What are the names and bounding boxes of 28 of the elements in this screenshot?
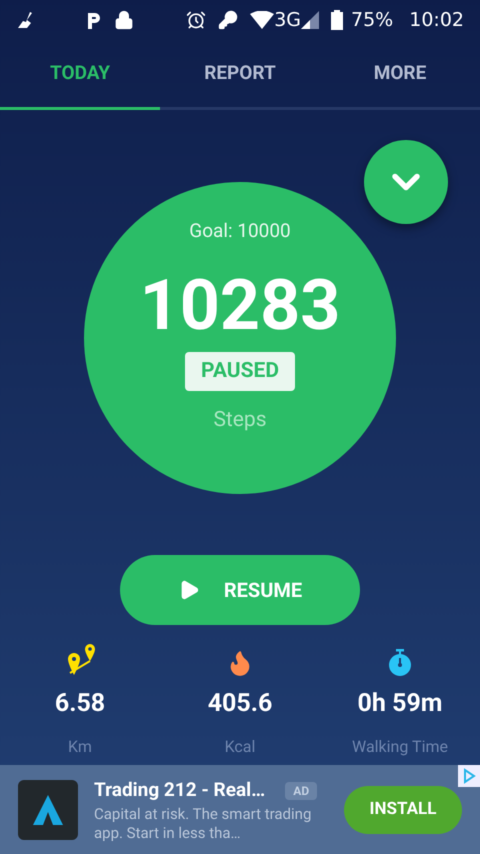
ad-title: Trading 212 - Real… <box>94 777 266 804</box>
stat-value: 405.6 <box>208 688 272 720</box>
ad-description: Capital at risk. The smart trading app. Start in less tha… <box>94 804 312 843</box>
app-logo-icon <box>18 780 78 840</box>
goal-label: Goal: 10000 <box>189 218 291 244</box>
ad-choices-icon <box>458 765 480 787</box>
tab[interactable]: MORE <box>320 40 480 110</box>
key-icon <box>218 10 238 30</box>
step-count: 10283 <box>140 268 340 344</box>
tab[interactable]: REPORT <box>160 40 320 110</box>
battery-percent: 75% <box>351 8 394 33</box>
paused-status: PAUSED <box>184 352 295 391</box>
stat-value: 0h 59m <box>358 688 442 720</box>
steps-label: Steps <box>213 407 267 434</box>
battery-icon <box>331 10 343 30</box>
stopwatch-icon <box>387 649 413 677</box>
stat-unit: Walking Time <box>352 736 448 758</box>
stat-unit: Kcal <box>224 736 256 758</box>
signal-icon <box>301 11 319 29</box>
wifi-icon <box>250 11 274 29</box>
tab[interactable]: TODAY <box>0 40 160 110</box>
network-type: 3G <box>274 8 301 33</box>
alarm-icon <box>186 10 206 30</box>
ad-banner[interactable]: Trading 212 - Real… AD Capital at risk. The smart trading app. Start in less tha… INSTALL <box>0 765 480 854</box>
clock-time: 10:02 <box>409 8 464 33</box>
stat-value: 6.58 <box>54 688 106 720</box>
stat-unit: Km <box>68 736 92 758</box>
ad-label: AD <box>285 782 318 800</box>
